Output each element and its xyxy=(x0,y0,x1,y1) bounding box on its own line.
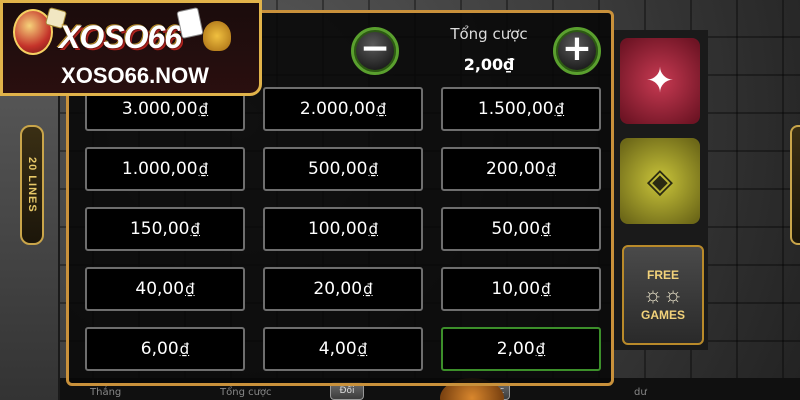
aztec-serpent-icon: ◈ xyxy=(620,138,700,224)
bet-option-value: 20,00 xyxy=(313,279,363,299)
bet-option-value: 40,00 xyxy=(135,279,185,299)
bet-option-value: 100,00 xyxy=(307,219,368,239)
free-games-line2: GAMES xyxy=(640,308,685,322)
currency-symbol: ₫ xyxy=(541,220,551,238)
currency-symbol: ₫ xyxy=(368,220,379,238)
bet-option[interactable]: 10,00 ₫ xyxy=(441,267,601,311)
balance-label: dư xyxy=(634,387,647,398)
site-logo[interactable]: XOSO66 XOSO66.NOW xyxy=(0,0,262,96)
bet-option-value: 6,00 xyxy=(140,339,179,359)
bet-options-grid: 3.000,00 ₫ 2.000,00 ₫ 1.500,00 ₫ 1.000,00 ₫ … xyxy=(85,87,601,377)
free-games-symbol: FREE ☼☼ GAMES xyxy=(622,245,704,345)
bet-option-value: 200,00 xyxy=(485,159,546,179)
bet-option-value: 1.500,00 xyxy=(477,99,554,119)
total-bet-label-bottom: Tổng cược xyxy=(220,387,272,398)
currency-symbol: ₫ xyxy=(368,160,379,178)
bet-option-value: 4,00 xyxy=(318,339,357,359)
money-bag-icon xyxy=(203,21,231,51)
bet-option[interactable]: 150,00 ₫ xyxy=(85,207,245,251)
plus-icon: + xyxy=(561,28,593,69)
bet-option[interactable]: 200,00 ₫ xyxy=(441,147,601,191)
currency-symbol: ₫ xyxy=(198,160,209,178)
bet-option[interactable]: 500,00 ₫ xyxy=(263,147,423,191)
bet-option-value: 2.000,00 xyxy=(299,99,376,119)
bet-option-selected[interactable]: 2,00 ₫ xyxy=(441,327,601,371)
aztec-bird-icon: ✦ xyxy=(620,38,700,124)
total-bet-label: Tổng cược xyxy=(450,25,528,43)
currency-symbol: ₫ xyxy=(554,100,565,118)
lines-badge-text: 20 LINES xyxy=(26,157,38,213)
bet-option-value: 500,00 xyxy=(307,159,368,179)
bet-option-value: 3.000,00 xyxy=(121,99,198,119)
bet-option-value: 50,00 xyxy=(491,219,541,239)
bet-option[interactable]: 4,00 ₫ xyxy=(263,327,423,371)
currency-symbol: ₫ xyxy=(357,340,368,358)
playing-card-icon xyxy=(176,7,204,39)
bet-option[interactable]: 20,00 ₫ xyxy=(263,267,423,311)
total-bet-value: 2,00₫ xyxy=(463,55,515,74)
lines-badge-right xyxy=(790,125,800,245)
free-games-art: ☼☼ xyxy=(642,282,684,307)
win-label: Thắng xyxy=(90,387,122,398)
bet-option-value: 150,00 xyxy=(129,219,190,239)
currency-symbol: ₫ xyxy=(185,280,195,298)
currency-symbol: ₫ xyxy=(535,340,546,358)
bet-option-value: 2,00 xyxy=(496,339,535,359)
currency-symbol: ₫ xyxy=(198,100,209,118)
currency-symbol: ₫ xyxy=(363,280,373,298)
bet-option-value: 1.000,00 xyxy=(121,159,198,179)
decrease-bet-button[interactable]: − xyxy=(351,27,399,75)
currency-symbol: ₫ xyxy=(179,340,190,358)
currency-symbol: ₫ xyxy=(541,280,551,298)
increase-bet-button[interactable]: + xyxy=(553,27,601,75)
logo-url: XOSO66.NOW xyxy=(61,63,209,88)
free-games-line1: FREE xyxy=(646,268,679,282)
bet-option[interactable]: 50,00 ₫ xyxy=(441,207,601,251)
bet-option[interactable]: 40,00 ₫ xyxy=(85,267,245,311)
currency-symbol: ₫ xyxy=(376,100,387,118)
lines-badge: 20 LINES xyxy=(20,125,44,245)
currency-symbol: ₫ xyxy=(190,220,201,238)
bet-option-value: 10,00 xyxy=(491,279,541,299)
minus-icon: − xyxy=(359,28,391,69)
reel-column: ✦ ◈ FREE ☼☼ GAMES xyxy=(612,30,708,350)
bet-option[interactable]: 100,00 ₫ xyxy=(263,207,423,251)
bet-option[interactable]: 1.000,00 ₫ xyxy=(85,147,245,191)
bet-option[interactable]: 1.500,00 ₫ xyxy=(441,87,601,131)
bet-option[interactable]: 2.000,00 ₫ xyxy=(263,87,423,131)
currency-symbol: ₫ xyxy=(546,160,557,178)
bet-option[interactable]: 6,00 ₫ xyxy=(85,327,245,371)
